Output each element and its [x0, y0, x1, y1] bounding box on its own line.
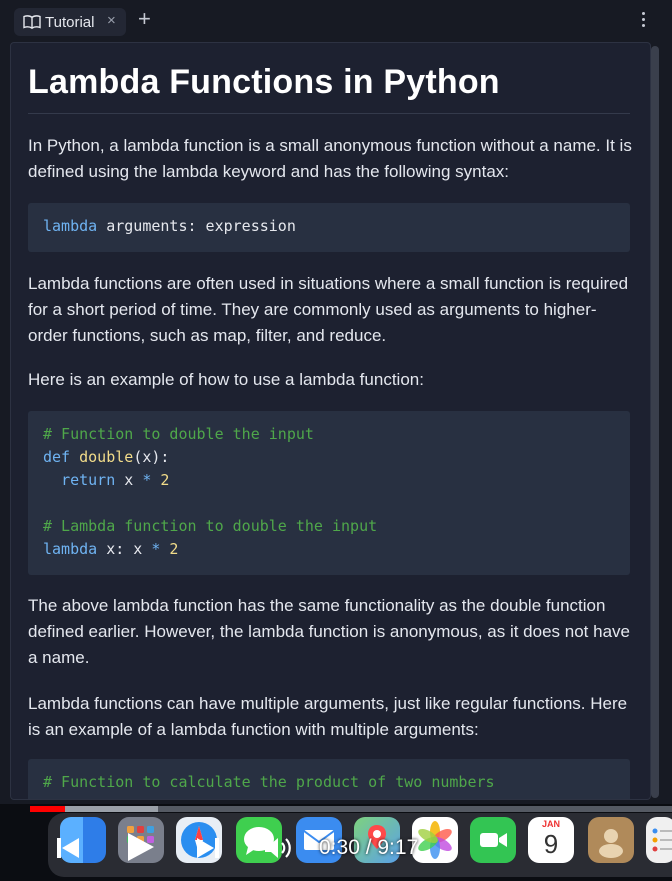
- paragraph-intro: In Python, a lambda function is a small …: [28, 136, 632, 181]
- close-icon[interactable]: ×: [107, 12, 116, 29]
- contacts-icon[interactable]: [588, 817, 634, 863]
- document-pane[interactable]: Lambda Functions in Python In Python, a …: [10, 42, 651, 800]
- code-text: x: [115, 471, 143, 489]
- paragraph-example-intro: Here is an example of how to use a lambd…: [28, 370, 424, 389]
- code-comment: # Lambda function to double the input: [43, 517, 378, 535]
- paragraph-usage: Lambda functions are often used in situa…: [28, 274, 629, 345]
- scrollbar-thumb[interactable]: [651, 46, 659, 798]
- reminders-icon[interactable]: [646, 817, 672, 863]
- photos-icon[interactable]: [412, 817, 458, 863]
- tab-tutorial[interactable]: Tutorial ×: [14, 8, 126, 36]
- code-keyword: def: [43, 448, 71, 466]
- app-window: Tutorial × + Lambda Functions in Python …: [0, 0, 672, 804]
- tab-bar: Tutorial × +: [0, 0, 672, 44]
- add-tab-icon[interactable]: +: [138, 8, 151, 30]
- facetime-icon[interactable]: [470, 817, 516, 863]
- video-progress-fill: [30, 806, 65, 812]
- code-comment: # Function to calculate the product of t…: [43, 773, 495, 791]
- code-function-name: double: [79, 448, 134, 466]
- code-keyword: lambda: [43, 540, 98, 558]
- paragraph-explanation: The above lambda function has the same f…: [28, 596, 630, 667]
- code-block-example[interactable]: # Function to double the input def doubl…: [28, 411, 630, 575]
- calendar-month: JAN: [541, 819, 560, 829]
- calendar-day: 9: [543, 829, 559, 859]
- code-block-multi[interactable]: # Function to calculate the product of t…: [28, 759, 630, 799]
- code-keyword: lambda: [43, 217, 98, 235]
- code-text: (x):: [133, 448, 170, 466]
- code-text: x: x: [97, 540, 152, 558]
- volume-icon[interactable]: [262, 834, 294, 862]
- tab-label: Tutorial: [45, 14, 95, 31]
- code-block-syntax[interactable]: lambda arguments: expression: [28, 203, 630, 252]
- calendar-icon[interactable]: JAN 9: [528, 817, 574, 863]
- play-icon[interactable]: [124, 830, 156, 864]
- code-comment: # Function to double the input: [43, 425, 314, 443]
- code-text: arguments: expression: [97, 217, 296, 235]
- skip-next-icon[interactable]: [194, 834, 222, 862]
- page-title: Lambda Functions in Python: [28, 63, 500, 101]
- code-number: 2: [160, 540, 179, 558]
- code-keyword: return: [61, 471, 116, 489]
- skip-previous-icon[interactable]: [54, 834, 82, 862]
- book-icon: [23, 15, 41, 29]
- paragraph-multiple-args: Lambda functions can have multiple argum…: [28, 694, 628, 739]
- more-options-icon[interactable]: [638, 12, 648, 32]
- code-number: 2: [151, 471, 170, 489]
- title-divider: [28, 113, 630, 114]
- video-timecode: 0:30 / 9:17: [319, 836, 419, 859]
